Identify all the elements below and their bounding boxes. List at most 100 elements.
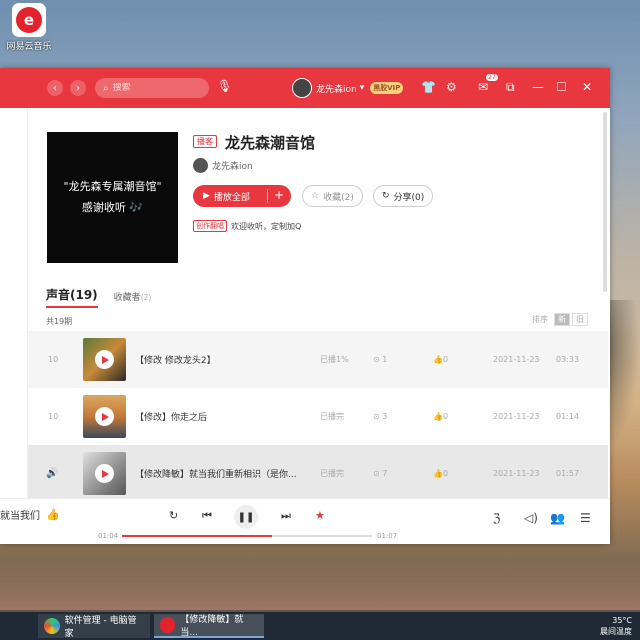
progress-bar[interactable] xyxy=(122,535,372,537)
creator-name: 龙先森ion xyxy=(212,162,253,172)
play-circle-icon[interactable] xyxy=(95,464,114,483)
close-icon[interactable]: ✕ xyxy=(582,80,592,94)
playlist-queue-icon[interactable]: ☰ xyxy=(580,511,591,525)
episode-list: 10 【修改 修改龙头2】 已播1% ⊙ 1 👍0 2021-11-23 03:… xyxy=(28,331,608,498)
playlist-page: "龙先森专属潮音馆" 感谢收听 🎶 播客 龙先森潮音馆 龙先森ion ▶ 播放全… xyxy=(28,108,608,498)
background-glow xyxy=(0,560,640,610)
speaker-icon: 🔊 xyxy=(46,468,59,479)
play-all-button[interactable]: ▶ 播放全部 + xyxy=(193,185,291,207)
player-bar: 就当我们 👍 ↻ ⏮ ❚❚ ⏭ ★ 01:04 01:07 ℨ ◁) 👥 ☰ xyxy=(0,498,610,544)
gear-icon[interactable]: ⚙ xyxy=(446,80,457,94)
play-count-icon: ⊙ xyxy=(373,469,383,478)
netease-logo-icon: e xyxy=(12,3,46,37)
music-app-window: ‹ › ⌕ 🎙 龙先森ion ▾ 黑胶VIP 👕 ⚙ ✉27 ⧉ — ☐ ✕ "… xyxy=(0,68,610,544)
play-circle-icon[interactable] xyxy=(95,350,114,369)
playlist-cover[interactable]: "龙先森专属潮音馆" 感谢收听 🎶 xyxy=(47,132,178,263)
taskbar-item-pc-manager[interactable]: 软件管理 - 电脑管家 xyxy=(38,614,150,639)
sort-oldest-button[interactable]: 旧 xyxy=(572,313,588,326)
mini-mode-icon[interactable]: ⧉ xyxy=(506,80,515,95)
episode-progress: 已播1% xyxy=(320,355,349,364)
back-button[interactable]: ‹ xyxy=(47,80,63,96)
episode-title[interactable]: 【修改 修改龙头2】 xyxy=(135,353,315,366)
search-box[interactable]: ⌕ xyxy=(95,78,209,98)
temperature: 35°C xyxy=(612,616,632,625)
search-input[interactable] xyxy=(112,83,193,93)
now-playing-title: 就当我们 xyxy=(0,511,40,522)
cover-text-line1: "龙先森专属潮音馆" xyxy=(63,179,162,193)
minimize-icon[interactable]: — xyxy=(532,80,544,94)
table-row[interactable]: 10 【修改 修改龙头2】 已播1% ⊙ 1 👍0 2021-11-23 03:… xyxy=(28,331,608,388)
description-tag: 创作翻唱 xyxy=(193,220,227,232)
loop-icon[interactable]: ↻ xyxy=(169,509,178,522)
maximize-icon[interactable]: ☐ xyxy=(556,80,567,94)
scrollbar[interactable] xyxy=(603,112,607,292)
episode-title[interactable]: 【修改降敏】就当我们重新相识（是你... xyxy=(135,467,315,480)
episode-plays-value: 1 xyxy=(382,355,388,364)
previous-icon[interactable]: ⏮ xyxy=(202,509,212,523)
table-row[interactable]: 🔊 【修改降敏】就当我们重新相识（是你... 已播完 ⊙ 7 👍0 2021-1… xyxy=(28,445,608,498)
creator-info[interactable]: 龙先森ion xyxy=(193,158,253,173)
episode-date: 2021-11-23 xyxy=(493,355,540,364)
thumbs-up-icon: 👍 xyxy=(433,355,443,364)
share-button[interactable]: ↻ 分享(0) xyxy=(373,185,434,207)
next-icon[interactable]: ⏭ xyxy=(281,509,291,523)
now-playing[interactable]: 就当我们 👍 xyxy=(0,507,60,522)
episode-duration: 03:33 xyxy=(556,355,580,364)
mail-icon[interactable]: ✉ 27 xyxy=(478,74,498,94)
forward-button[interactable]: › xyxy=(70,80,86,96)
desktop-icon-netease-music[interactable]: e 网易云音乐 xyxy=(6,3,52,52)
share-label: 分享(0) xyxy=(393,192,425,203)
weather-text: 晨间温度 xyxy=(600,627,632,636)
collect-label: 收藏(2) xyxy=(323,192,354,203)
sort-label: 排序 xyxy=(532,315,548,324)
desktop-icon-label: 网易云音乐 xyxy=(6,42,52,52)
episode-date: 2021-11-23 xyxy=(493,469,540,478)
taskbar: 软件管理 - 电脑管家 【修改降敏】就当... 35°C 晨间温度 xyxy=(0,612,640,640)
episode-likes-value: 0 xyxy=(442,469,449,478)
episode-likes[interactable]: 👍0 xyxy=(433,412,448,421)
tab-subscribers[interactable]: 收藏者(2) xyxy=(114,290,152,303)
add-icon[interactable]: + xyxy=(274,188,284,202)
lyrics-icon[interactable]: ℨ xyxy=(493,511,500,525)
podcast-tag: 播客 xyxy=(193,135,217,148)
taskbar-item-label: 【修改降敏】就当... xyxy=(180,615,244,638)
avatar xyxy=(292,78,312,98)
play-all-label: 播放全部 xyxy=(213,192,250,203)
episode-title[interactable]: 【修改】你走之后 xyxy=(135,410,315,423)
episode-likes[interactable]: 👍0 xyxy=(433,355,448,364)
play-circle-icon[interactable] xyxy=(95,407,114,426)
episode-duration: 01:14 xyxy=(556,412,580,421)
episode-thumbnail[interactable] xyxy=(83,395,126,438)
table-row[interactable]: 10 【修改】你走之后 已播完 ⊙ 3 👍0 2021-11-23 01:14 xyxy=(28,388,608,445)
skin-icon[interactable]: 👕 xyxy=(421,80,436,94)
volume-icon[interactable]: ◁) xyxy=(524,511,538,525)
thumbs-up-icon[interactable]: 👍 xyxy=(46,508,60,521)
pause-button[interactable]: ❚❚ xyxy=(234,505,258,529)
time-current: 01:04 xyxy=(98,532,119,540)
cover-text-line2: 感谢收听 🎶 xyxy=(81,200,144,214)
title-bar: ‹ › ⌕ 🎙 龙先森ion ▾ 黑胶VIP 👕 ⚙ ✉27 ⧉ — ☐ ✕ xyxy=(0,68,610,108)
playlist-description: 创作翻唱 欢迎收听，定制加Q xyxy=(193,220,301,232)
collect-button[interactable]: ☆ 收藏(2) xyxy=(302,185,363,207)
sidebar xyxy=(0,108,28,544)
user-menu[interactable]: 龙先森ion ▾ 黑胶VIP xyxy=(292,78,404,98)
weather-widget[interactable]: 35°C 晨间温度 xyxy=(600,615,632,637)
sort-newest-button[interactable]: 新 xyxy=(554,313,570,326)
tab-subscribers-count: (2) xyxy=(140,293,152,302)
episode-likes-value: 0 xyxy=(442,412,449,421)
play-icon: ▶ xyxy=(203,191,210,201)
episode-duration: 01:57 xyxy=(556,469,580,478)
episode-thumbnail[interactable] xyxy=(83,338,126,381)
episode-plays: ⊙ 1 xyxy=(373,355,387,364)
episode-likes[interactable]: 👍0 xyxy=(433,469,448,478)
user-name: 龙先森ion xyxy=(316,84,357,95)
taskbar-item-music[interactable]: 【修改降敏】就当... xyxy=(154,614,264,638)
message-badge: 27 xyxy=(486,74,498,81)
progress-fill xyxy=(122,535,272,537)
microphone-icon[interactable]: 🎙 xyxy=(217,79,232,93)
star-icon[interactable]: ★ xyxy=(315,509,325,522)
vip-badge[interactable]: 黑胶VIP xyxy=(370,82,404,94)
tab-sounds[interactable]: 声音(19) xyxy=(46,286,98,308)
listen-together-icon[interactable]: 👥 xyxy=(550,511,565,525)
episode-thumbnail[interactable] xyxy=(83,452,126,495)
